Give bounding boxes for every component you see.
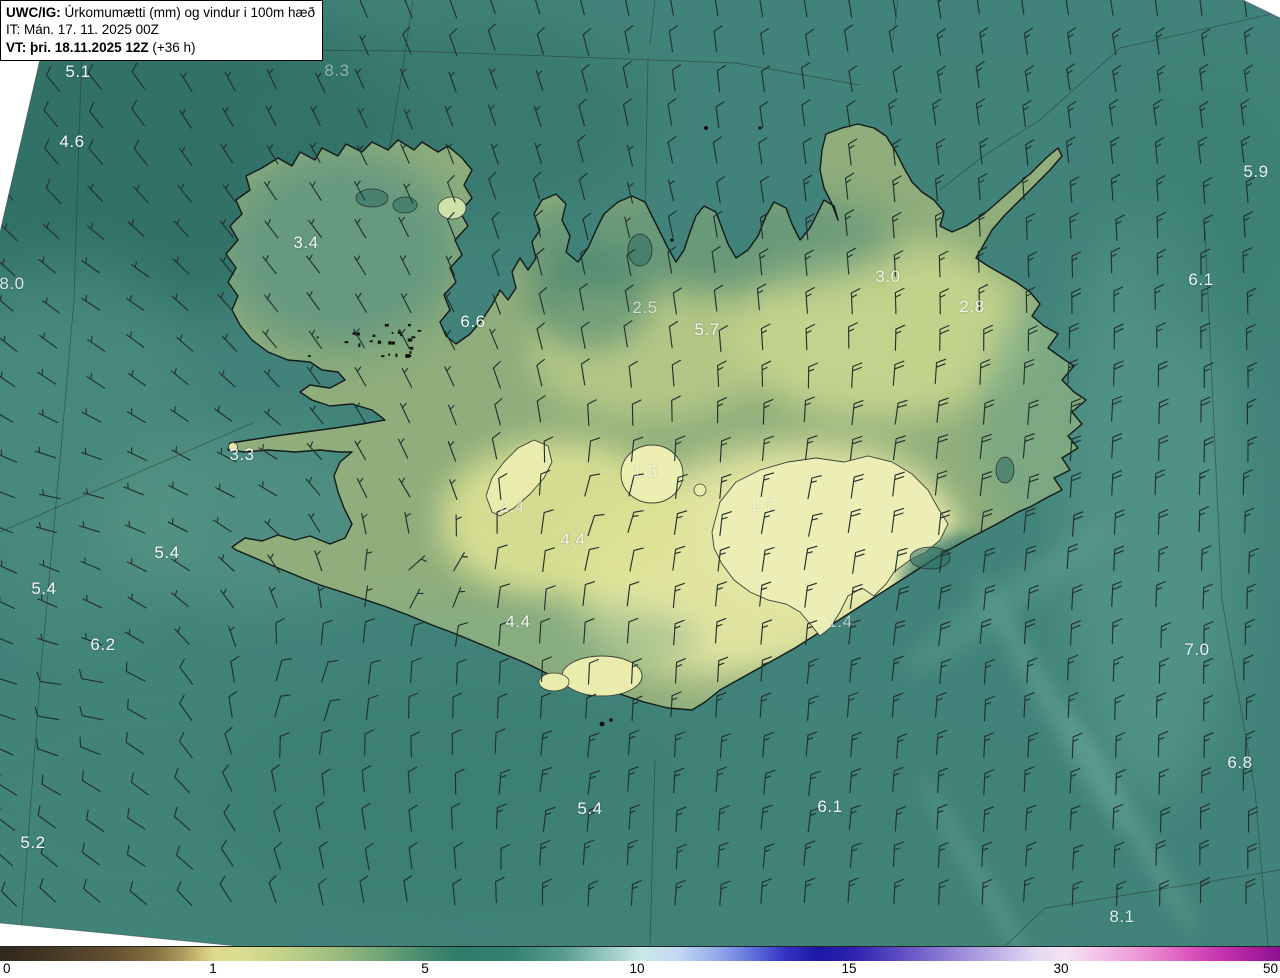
colorbar-tick-label: 0 (3, 961, 11, 976)
field-value-label: 1.4 (827, 612, 853, 631)
field-value-label: 6.6 (460, 312, 486, 331)
valid-prefix: VT: (6, 39, 31, 55)
valid-time-line: VT: þri. 18.11.2025 12Z (+36 h) (6, 39, 315, 56)
field-value-label: 5.9 (1243, 162, 1269, 181)
field-value-label: 4.4 (560, 530, 586, 549)
field-value-label: 6.8 (1227, 753, 1253, 772)
product-title: Úrkomumætti (mm) og vindur i 100m hæð (60, 5, 316, 20)
field-value-label: 2.8 (959, 297, 985, 316)
field-value-label: 6.1 (817, 797, 843, 816)
colorbar-tick-label: 1 (209, 961, 217, 976)
field-value-label: 1.5 (632, 462, 658, 481)
weather-map-product: 5.1 4.6 8.0 8.3 3.4 6.6 2.5 5.7 3.0 2.8 5.9 6.1 3.3 2… (0, 0, 1280, 978)
colorbar-tick-label: 30 (1053, 961, 1069, 976)
precipitation-colorbar (0, 946, 1280, 962)
field-value-label: 2.5 (632, 298, 658, 317)
field-value-label: 8.0 (0, 274, 25, 293)
colorbar-tick-label: 10 (629, 961, 645, 976)
field-value-label: 6.2 (90, 635, 116, 654)
field-value-label: 7.0 (1184, 640, 1210, 659)
map-canvas: 5.1 4.6 8.0 8.3 3.4 6.6 2.5 5.7 3.0 2.8 5.9 6.1 3.3 2… (0, 0, 1280, 946)
field-value-label: 5.4 (31, 579, 57, 598)
field-value-label: 3.4 (293, 233, 319, 252)
field-value-label: 2.4 (499, 497, 525, 516)
field-value-label: 5.4 (154, 543, 180, 562)
field-value-label: 8.3 (324, 61, 350, 80)
field-value-label: 5.1 (65, 62, 91, 81)
colorbar-tick-label: 15 (841, 961, 857, 976)
field-value-label: 1.7 (749, 496, 775, 515)
field-value-label: 3.0 (875, 267, 901, 286)
colorbar-tick-label: 50 (1262, 961, 1278, 976)
field-value-label: 8.1 (1109, 907, 1135, 926)
valid-offset: (+36 h) (148, 39, 196, 55)
field-value-label: 6.1 (1188, 270, 1214, 289)
field-value-label: 4.6 (59, 132, 85, 151)
colorbar-tick-label: 5 (421, 961, 429, 976)
title-box: UWC/IG: Úrkomumætti (mm) og vindur i 100… (0, 0, 324, 61)
valid-time: þri. 18.11.2025 12Z (30, 39, 149, 55)
field-value-label: 3.3 (229, 445, 255, 464)
product-title-line: UWC/IG: Úrkomumætti (mm) og vindur i 100… (6, 4, 315, 21)
init-time-line: IT: Mán. 17. 11. 2025 00Z (6, 22, 159, 38)
field-value-label: 4.4 (505, 612, 531, 631)
field-value-label: 5.2 (20, 833, 46, 852)
colorbar-tick-labels: 0 1 5 10 15 30 50 (0, 961, 1280, 978)
product-code: UWC/IG: (6, 5, 61, 20)
field-value-label: 5.7 (694, 320, 720, 339)
field-value-label: 5.4 (577, 799, 603, 818)
